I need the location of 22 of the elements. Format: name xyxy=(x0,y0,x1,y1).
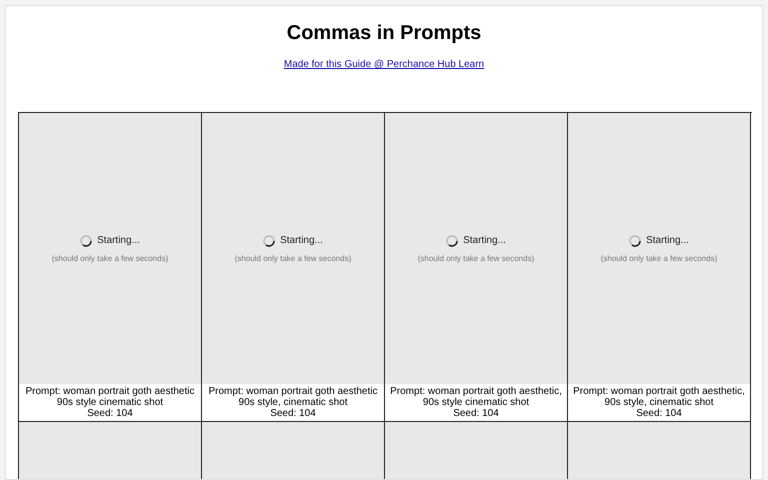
seed-text: Seed: 104 xyxy=(86,408,134,419)
seed-text: Seed: 104 xyxy=(635,408,683,419)
status-text: Starting... xyxy=(463,235,506,246)
seed-text: Seed: 104 xyxy=(269,408,317,419)
seed-text: Seed: 104 xyxy=(452,408,500,419)
status-text: Starting... xyxy=(97,235,140,246)
hint-text: (should only take a few seconds) xyxy=(418,254,534,262)
spinner-icon xyxy=(80,234,92,246)
spinner-icon xyxy=(263,234,276,246)
guide-link[interactable]: Made for this Guide @ Perchance Hub Learn xyxy=(284,59,484,70)
page-title: Commas in Prompts xyxy=(286,21,482,46)
hint-text: (should only take a few seconds) xyxy=(52,254,168,262)
prompt-text: Prompt: woman portrait goth aesthetic 90s style cinematic shot xyxy=(24,386,196,408)
spinner-icon xyxy=(446,234,458,246)
prompt-text: Prompt: woman portrait goth aesthetic, 90s style, cinematic shot xyxy=(572,386,746,408)
status-text: Starting... xyxy=(280,235,323,246)
prompt-text: Prompt: woman portrait goth aesthetic 90s style, cinematic shot xyxy=(208,386,378,408)
hint-text: (should only take a few seconds) xyxy=(600,254,718,262)
prompt-text: Prompt: woman portrait goth aesthetic, 90s style cinematic shot xyxy=(389,386,563,408)
hint-text: (should only take a few seconds) xyxy=(234,254,352,262)
status-text: Starting... xyxy=(646,235,689,246)
spinner-icon xyxy=(629,234,642,246)
